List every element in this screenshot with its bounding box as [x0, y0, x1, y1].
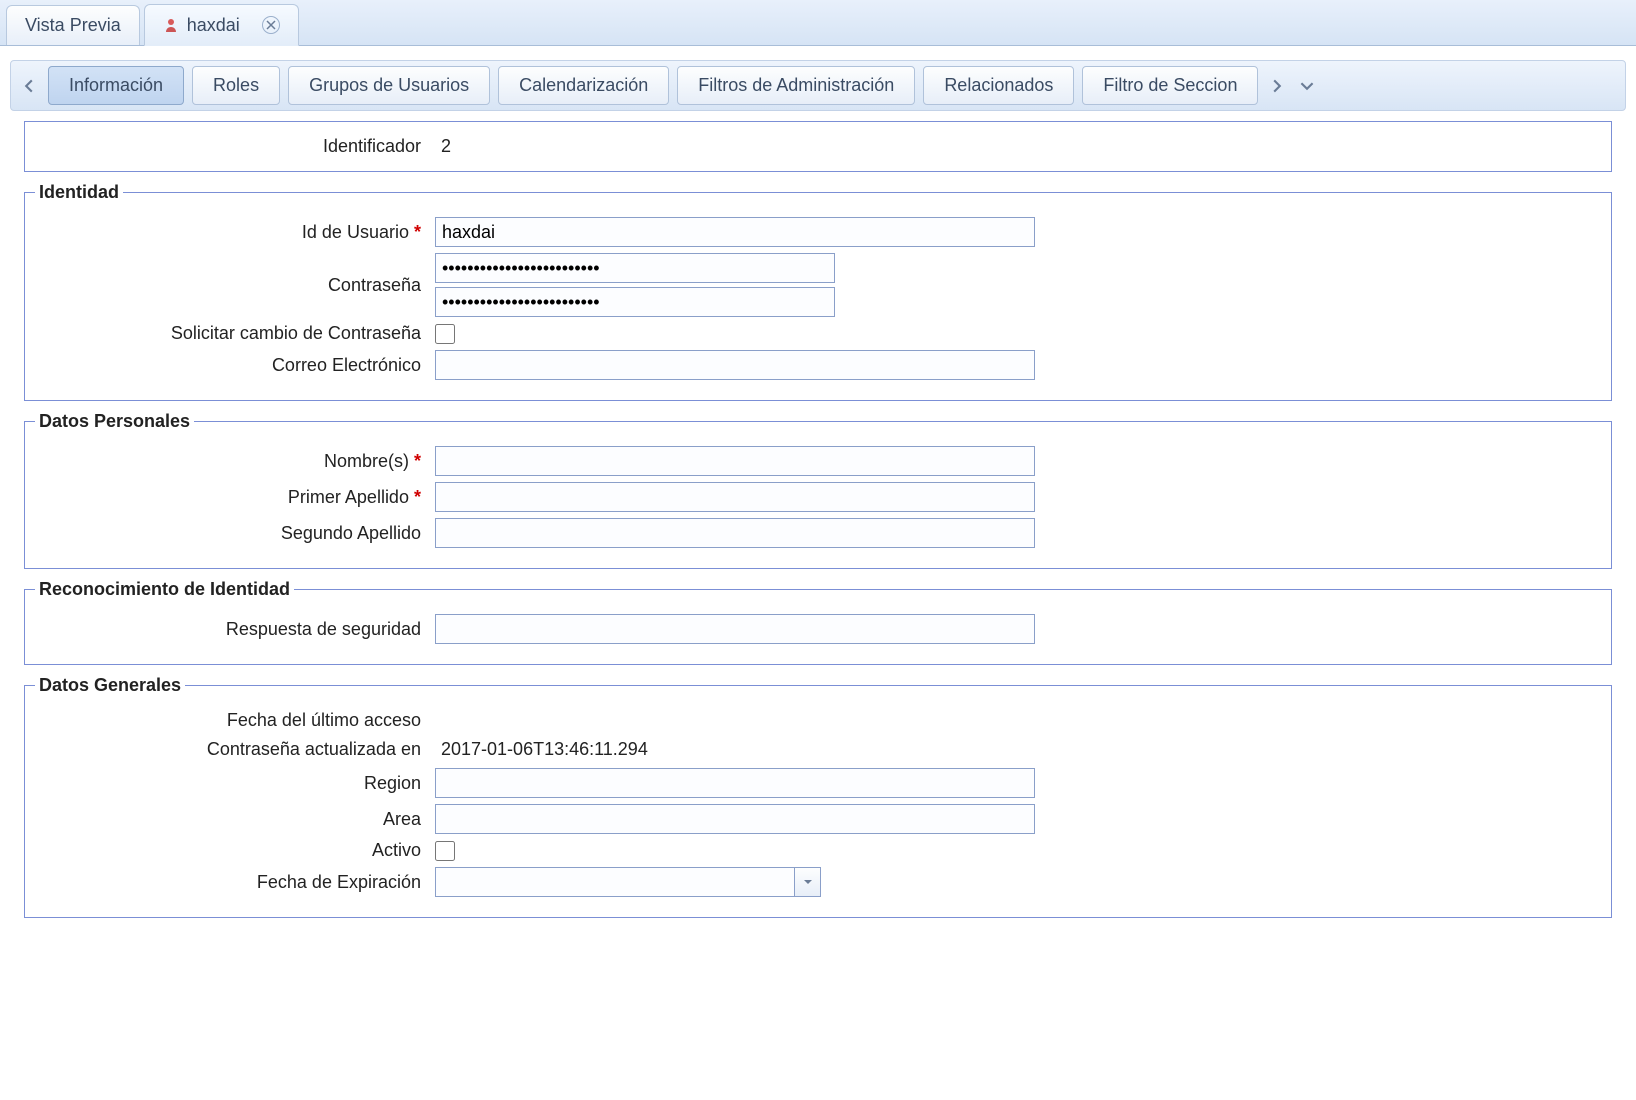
close-icon[interactable] [262, 16, 280, 34]
area-input[interactable] [435, 804, 1035, 834]
correo-input[interactable] [435, 350, 1035, 380]
group-datos-generales: Datos Generales Fecha del último acceso … [24, 675, 1612, 918]
id-usuario-label: Id de Usuario [302, 222, 409, 242]
tab-roles-label: Roles [213, 75, 259, 95]
region-input[interactable] [435, 768, 1035, 798]
tab-informacion[interactable]: Información [48, 66, 184, 105]
cambio-pwd-checkbox[interactable] [435, 324, 455, 344]
window-tab-preview[interactable]: Vista Previa [6, 5, 140, 45]
ultimo-acceso-label: Fecha del último acceso [35, 710, 435, 731]
id-usuario-input[interactable] [435, 217, 1035, 247]
password-input-1[interactable] [435, 253, 835, 283]
expiracion-dropdown-button[interactable] [795, 867, 821, 897]
pwd-actualizada-value: 2017-01-06T13:46:11.294 [435, 737, 654, 762]
tab-relacionados-label: Relacionados [944, 75, 1053, 95]
tab-scroll-right[interactable] [1262, 64, 1292, 107]
section-tab-bar: Información Roles Grupos de Usuarios Cal… [10, 60, 1626, 111]
tab-calendarizacion[interactable]: Calendarización [498, 66, 669, 105]
tab-informacion-label: Información [69, 75, 163, 95]
user-icon [163, 17, 179, 33]
identificador-label: Identificador [35, 136, 435, 157]
tab-relacionados[interactable]: Relacionados [923, 66, 1074, 105]
required-marker: * [414, 487, 421, 507]
group-identidad: Identidad Id de Usuario * Contraseña Sol… [24, 182, 1612, 401]
resp-seg-label: Respuesta de seguridad [35, 619, 435, 640]
cambio-pwd-label: Solicitar cambio de Contraseña [35, 323, 435, 344]
tab-calendarizacion-label: Calendarización [519, 75, 648, 95]
tab-filtro-seccion-label: Filtro de Seccion [1103, 75, 1237, 95]
resp-seg-input[interactable] [435, 614, 1035, 644]
apellido2-label: Segundo Apellido [35, 523, 435, 544]
group-identidad-legend: Identidad [35, 182, 123, 203]
tab-grupos-label: Grupos de Usuarios [309, 75, 469, 95]
apellido2-input[interactable] [435, 518, 1035, 548]
nombres-label: Nombre(s) [324, 451, 409, 471]
apellido1-input[interactable] [435, 482, 1035, 512]
form-content: Identificador 2 Identidad Id de Usuario … [0, 111, 1636, 938]
tab-grupos[interactable]: Grupos de Usuarios [288, 66, 490, 105]
pwd-actualizada-label: Contraseña actualizada en [35, 739, 435, 760]
tab-filtros-admin-label: Filtros de Administración [698, 75, 894, 95]
expiracion-label: Fecha de Expiración [35, 872, 435, 893]
tab-scroll-left[interactable] [14, 64, 44, 107]
nombres-input[interactable] [435, 446, 1035, 476]
apellido1-label: Primer Apellido [288, 487, 409, 507]
correo-label: Correo Electrónico [35, 355, 435, 376]
group-datos-personales: Datos Personales Nombre(s) * Primer Apel… [24, 411, 1612, 569]
ultimo-acceso-value [435, 719, 447, 723]
window-tab-user[interactable]: haxdai [144, 4, 299, 46]
tab-roles[interactable]: Roles [192, 66, 280, 105]
activo-label: Activo [35, 840, 435, 861]
password-label: Contraseña [35, 275, 435, 296]
expiracion-input[interactable] [435, 867, 795, 897]
identificador-value: 2 [435, 134, 457, 159]
area-label: Area [35, 809, 435, 830]
group-datos-generales-legend: Datos Generales [35, 675, 185, 696]
tab-filtro-seccion[interactable]: Filtro de Seccion [1082, 66, 1258, 105]
required-marker: * [414, 222, 421, 242]
tab-filtros-admin[interactable]: Filtros de Administración [677, 66, 915, 105]
window-tab-user-label: haxdai [187, 15, 240, 36]
window-tab-preview-label: Vista Previa [25, 15, 121, 36]
password-input-2[interactable] [435, 287, 835, 317]
group-datos-personales-legend: Datos Personales [35, 411, 194, 432]
group-reconocimiento: Reconocimiento de Identidad Respuesta de… [24, 579, 1612, 665]
required-marker: * [414, 451, 421, 471]
tab-menu-button[interactable] [1292, 64, 1322, 107]
identificador-row: Identificador 2 [24, 121, 1612, 172]
activo-checkbox[interactable] [435, 841, 455, 861]
group-reconocimiento-legend: Reconocimiento de Identidad [35, 579, 294, 600]
window-tab-bar: Vista Previa haxdai [0, 0, 1636, 46]
region-label: Region [35, 773, 435, 794]
